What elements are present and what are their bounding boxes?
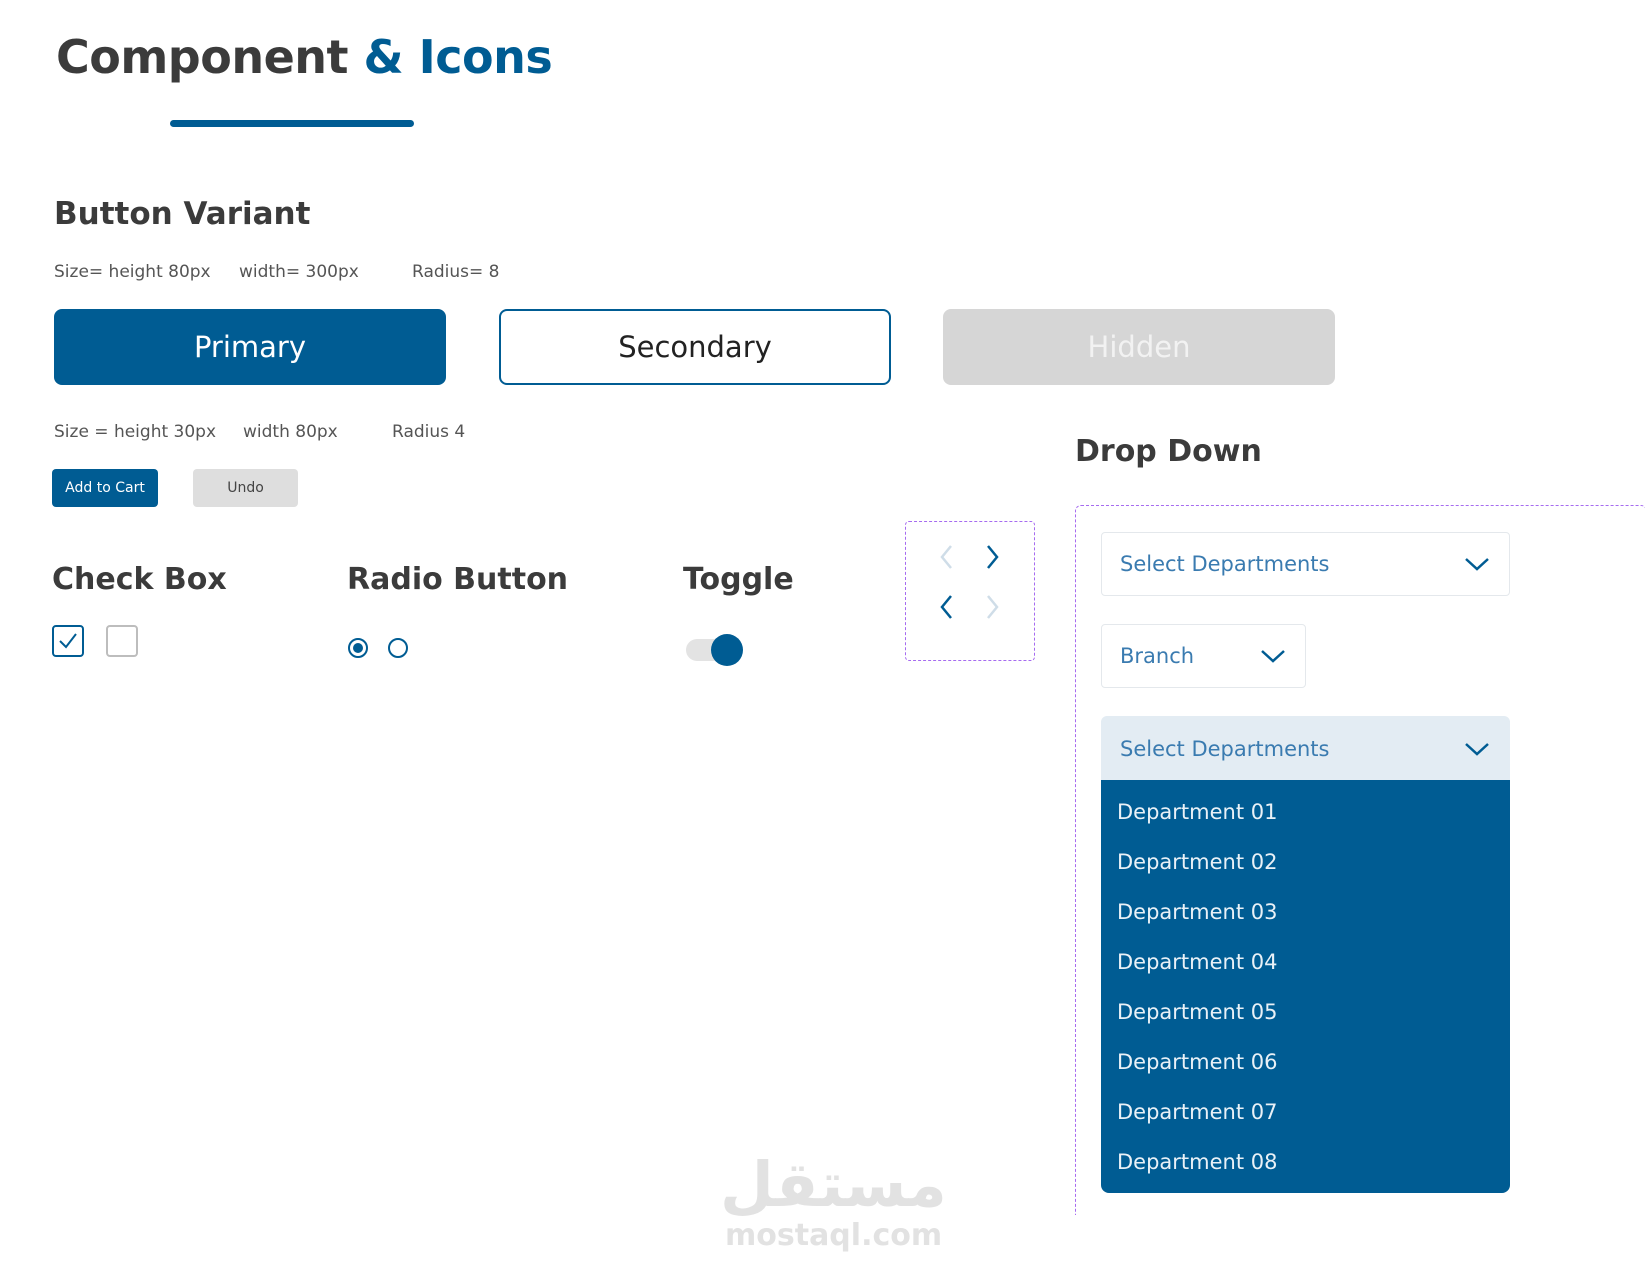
small-width-spec: width 80px [243,422,338,442]
toggle-knob[interactable] [711,634,743,666]
chevron-down-icon [1465,558,1489,571]
chevron-down-icon [1261,650,1285,663]
chevron-left-icon[interactable] [936,542,958,572]
dropdown-options-list: Department 01 Department 02 Department 0… [1101,780,1510,1193]
dropdown-option[interactable]: Department 04 [1117,950,1277,974]
undo-button[interactable]: Undo [193,469,298,507]
page-title: Component & Icons [56,30,553,84]
large-width-spec: width= 300px [239,262,359,282]
checkbox-heading: Check Box [52,562,227,597]
small-radius-spec: Radius 4 [392,422,466,442]
title-underline [170,120,414,127]
dropdown-option[interactable]: Department 07 [1117,1100,1277,1124]
large-size-spec: Size= height 80px [54,262,211,282]
title-part-2: & Icons [363,30,553,84]
small-size-spec: Size = height 30px [54,422,217,442]
chevron-right-icon[interactable] [981,592,1003,622]
watermark-latin: mostaql.com [725,1218,943,1253]
title-part-1: Component [56,30,349,84]
large-radius-spec: Radius= 8 [412,262,500,282]
primary-button[interactable]: Primary [54,309,446,385]
radio-heading: Radio Button [347,562,569,597]
dropdown-option[interactable]: Department 01 [1117,800,1277,824]
toggle-heading: Toggle [683,562,794,597]
dropdown-option[interactable]: Department 06 [1117,1050,1277,1074]
hidden-button: Hidden [943,309,1335,385]
check-icon [59,633,77,649]
checkbox-checked[interactable] [52,625,84,657]
chevron-left-icon[interactable] [936,592,958,622]
radio-selected[interactable] [348,638,368,658]
radio-dot [353,643,363,653]
dropdown-value: Select Departments [1120,737,1330,761]
button-variant-heading: Button Variant [54,196,311,232]
add-to-cart-button[interactable]: Add to Cart [52,469,158,507]
chevron-right-icon[interactable] [981,542,1003,572]
arrow-icons-group [905,521,1035,661]
dropdown-option[interactable]: Department 08 [1117,1150,1277,1174]
dropdown-value: Branch [1120,644,1195,668]
dropdown-value: Select Departments [1120,552,1330,576]
select-departments-dropdown-open[interactable]: Select Departments [1101,716,1510,782]
branch-dropdown[interactable]: Branch [1101,624,1306,688]
dropdown-heading: Drop Down [1075,434,1262,469]
radio-unselected[interactable] [388,638,408,658]
chevron-down-icon [1465,743,1489,756]
checkbox-unchecked[interactable] [106,625,138,657]
watermark-arabic: مستقل [720,1148,947,1221]
select-departments-dropdown[interactable]: Select Departments [1101,532,1510,596]
secondary-button[interactable]: Secondary [499,309,891,385]
dropdown-option[interactable]: Department 02 [1117,850,1277,874]
dropdown-option[interactable]: Department 03 [1117,900,1277,924]
dropdown-option[interactable]: Department 05 [1117,1000,1277,1024]
